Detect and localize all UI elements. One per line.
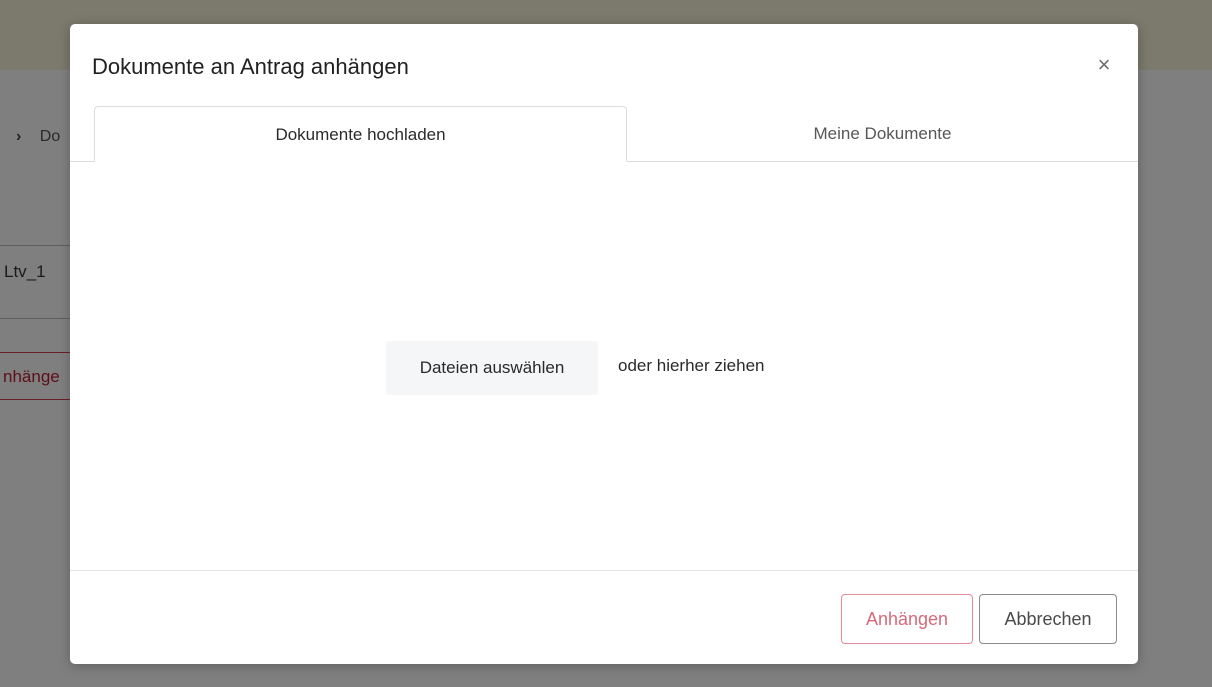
select-files-button[interactable]: Dateien auswählen — [386, 341, 598, 395]
dialog-title: Dokumente an Antrag anhängen — [92, 54, 409, 79]
footer-divider — [70, 570, 1138, 571]
background-table-cell: Ltv_1 — [4, 262, 46, 281]
cancel-button[interactable]: Abbrechen — [979, 594, 1117, 644]
tab-my-documents[interactable]: Meine Dokumente — [627, 106, 1138, 162]
background-table-divider — [0, 318, 72, 319]
tab-upload-documents[interactable]: Dokumente hochladen — [94, 106, 627, 162]
chevron-right-icon: › — [16, 128, 22, 145]
file-dropzone[interactable] — [70, 162, 1138, 570]
background-table-divider — [0, 245, 72, 246]
attach-documents-dialog: Dokumente an Antrag anhängen × Dokumente… — [70, 24, 1138, 664]
breadcrumb-item: Do — [39, 128, 61, 145]
drag-hint-text: oder hierher ziehen — [618, 356, 765, 375]
attach-button[interactable]: Anhängen — [841, 594, 973, 644]
dialog-tabs: Dokumente hochladen Meine Dokumente — [70, 106, 1138, 162]
background-breadcrumb: › Do — [16, 128, 60, 146]
background-attach-button: nhänge — [0, 352, 72, 400]
close-icon[interactable]: × — [1092, 54, 1116, 78]
